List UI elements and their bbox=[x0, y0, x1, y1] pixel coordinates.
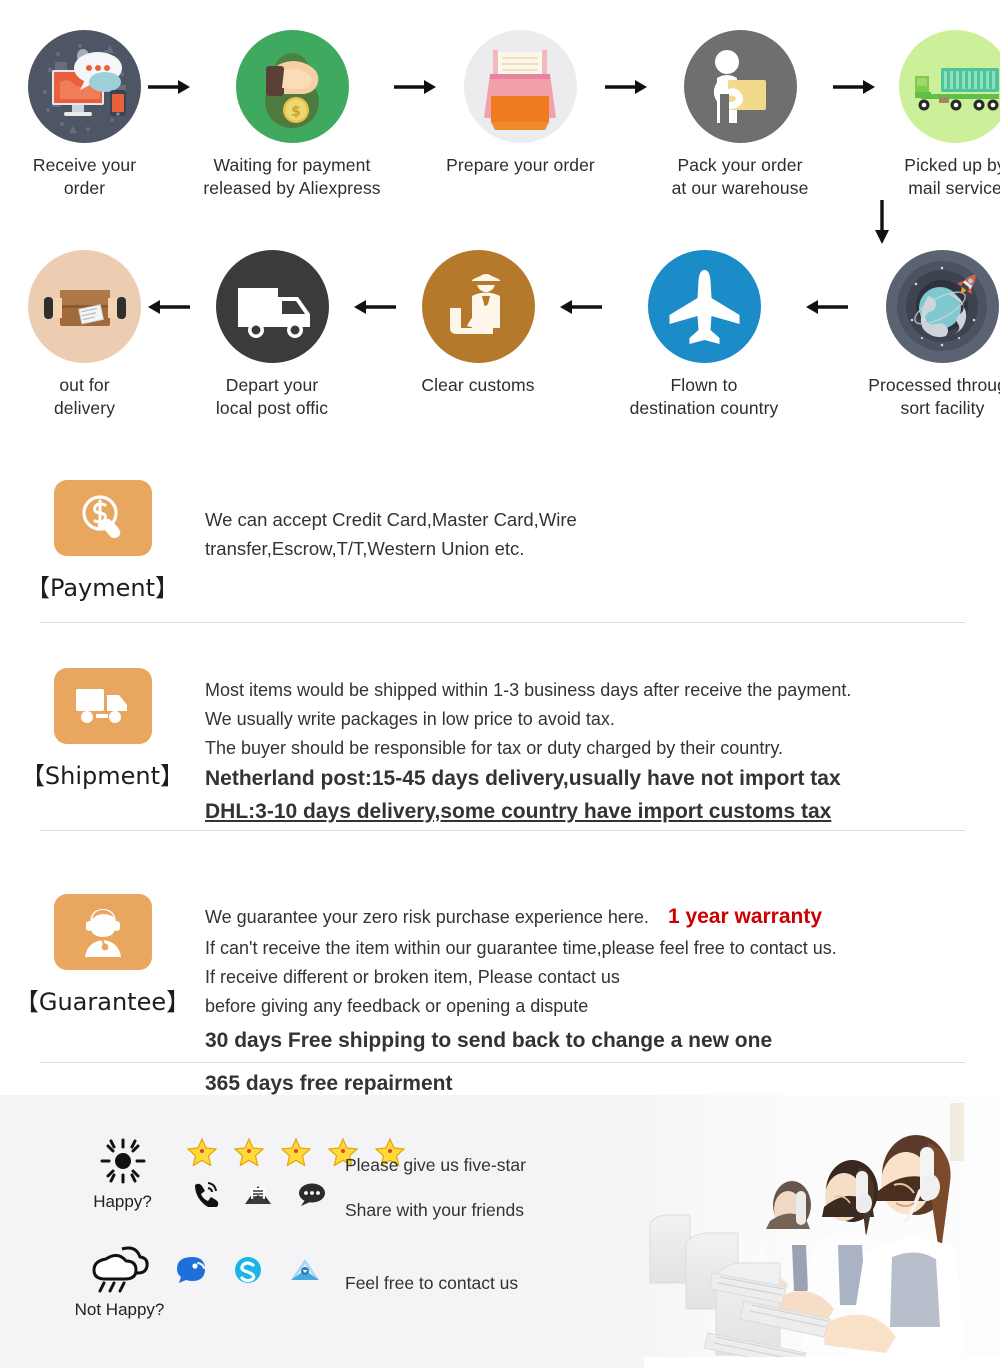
process-step-depart-post-office: Depart your local post offic bbox=[197, 250, 347, 421]
mail-open-icon[interactable] bbox=[289, 1256, 321, 1289]
flow-arrow-right-icon bbox=[387, 30, 443, 143]
not-happy-messages: Feel free to contact us bbox=[345, 1273, 518, 1294]
worker-packing-icon bbox=[683, 30, 797, 143]
guarantee-line: If receive different or broken item, Ple… bbox=[205, 967, 620, 988]
happy-message: Share with your friends bbox=[345, 1200, 524, 1220]
happy-mood: Happy? bbox=[70, 1137, 175, 1212]
process-step-waiting-payment: $ Waiting for payment released by Aliexp… bbox=[197, 30, 387, 201]
customer-service-team-photo bbox=[620, 1095, 1000, 1368]
process-step-label: Waiting for payment released by Aliexpre… bbox=[203, 155, 381, 199]
process-row-2: out for delivery Depart your local post … bbox=[28, 250, 1000, 421]
section-divider bbox=[40, 622, 965, 623]
shipment-line: We usually write packages in low price t… bbox=[205, 709, 615, 730]
promo-page: Receive your order $ Waiting for payment… bbox=[0, 0, 1000, 1368]
process-step-prepare-order: Prepare your order bbox=[443, 30, 598, 177]
star-icon[interactable] bbox=[186, 1137, 218, 1171]
happy-label: Happy? bbox=[93, 1192, 152, 1211]
process-step-sort-facility: Processed through sort facility bbox=[855, 250, 1000, 421]
flow-arrow-left-icon bbox=[799, 250, 855, 363]
warranty-badge: 1 year warranty bbox=[667, 905, 823, 928]
process-step-label: Receive your order bbox=[32, 155, 137, 199]
happy-message: Please give us five-star bbox=[345, 1155, 526, 1175]
section-divider bbox=[40, 1062, 965, 1063]
email-icon[interactable] bbox=[243, 1182, 273, 1211]
shipment-line: Most items would be shipped within 1-3 b… bbox=[205, 680, 852, 700]
payment-title: 【Payment】 bbox=[25, 574, 180, 602]
process-row-1: Receive your order $ Waiting for payment… bbox=[28, 30, 1000, 201]
payment-text: We can accept Credit Card,Master Card,Wi… bbox=[205, 480, 1000, 563]
not-happy-mood: Not Happy? bbox=[62, 1243, 177, 1320]
green-truck-icon bbox=[898, 30, 1000, 143]
payment-section: 【Payment】 We can accept Credit Card,Mast… bbox=[0, 480, 1000, 603]
guarantee-title: 【Guarantee】 bbox=[14, 988, 191, 1016]
payment-line: transfer,Escrow,T/T,Western Union etc. bbox=[205, 538, 525, 560]
shipment-title: 【Shipment】 bbox=[20, 762, 185, 790]
guarantee-section: 【Guarantee】 We guarantee your zero risk … bbox=[0, 894, 1000, 1101]
flow-arrow-left-icon bbox=[553, 250, 609, 363]
guarantee-red-line: 30 days Free shipping to send back to ch… bbox=[205, 1029, 773, 1053]
truck-icon bbox=[53, 668, 152, 744]
footer-contact-section: Happy? Please give us five-star Share wi… bbox=[0, 1095, 1000, 1368]
airplane-icon bbox=[647, 250, 761, 363]
process-step-picked-up: Picked up by mail service bbox=[882, 30, 1000, 201]
payment-hand-money-icon: $ bbox=[235, 30, 349, 143]
order-received-icon bbox=[28, 30, 141, 143]
star-icon[interactable] bbox=[280, 1137, 312, 1171]
shipment-badge: 【Shipment】 bbox=[0, 668, 205, 791]
shipment-highlight-line: DHL:3-10 days delivery,some country have… bbox=[205, 800, 832, 824]
process-step-out-for-delivery: out for delivery bbox=[28, 250, 141, 421]
process-step-label: out for delivery bbox=[53, 375, 116, 419]
money-click-icon bbox=[53, 480, 152, 556]
sun-icon bbox=[97, 1137, 149, 1190]
process-step-receive-order: Receive your order bbox=[28, 30, 141, 201]
support-agent-icon bbox=[53, 894, 152, 970]
guarantee-text: We guarantee your zero risk purchase exp… bbox=[205, 894, 1000, 1101]
flow-arrow-right-icon bbox=[598, 30, 654, 143]
svg-text:$: $ bbox=[291, 104, 301, 120]
customs-officer-icon bbox=[421, 250, 535, 363]
payment-badge: 【Payment】 bbox=[0, 480, 205, 603]
process-step-label: Depart your local post offic bbox=[215, 375, 329, 419]
payment-line: We can accept Credit Card,Master Card,Wi… bbox=[205, 509, 577, 530]
delivery-van-icon bbox=[215, 250, 329, 363]
shipment-line: The buyer should be responsible for tax … bbox=[205, 738, 783, 759]
process-step-clear-customs: Clear customs bbox=[403, 250, 553, 397]
flow-arrow-right-icon bbox=[141, 30, 197, 143]
process-step-label: Prepare your order bbox=[446, 155, 595, 175]
rain-cloud-icon bbox=[90, 1243, 150, 1298]
guarantee-line: If can't receive the item within our gua… bbox=[205, 938, 837, 959]
skype-icon[interactable] bbox=[233, 1255, 263, 1290]
phone-icon[interactable] bbox=[191, 1181, 219, 1212]
process-step-label: Processed through sort facility bbox=[868, 375, 1000, 419]
shipment-highlight-line: Netherland post:15-45 days delivery,usua… bbox=[205, 767, 841, 791]
guarantee-line-with-warranty: We guarantee your zero risk purchase exp… bbox=[205, 900, 1000, 934]
process-step-flown-to-destination: Flown to destination country bbox=[609, 250, 799, 421]
flow-arrow-right-icon bbox=[826, 30, 882, 143]
package-handoff-icon bbox=[28, 250, 141, 363]
flow-arrow-down-icon bbox=[872, 198, 892, 251]
not-happy-message: Feel free to contact us bbox=[345, 1273, 519, 1293]
process-step-label: Pack your order at our warehouse bbox=[671, 155, 809, 199]
process-step-pack-order: Pack your order at our warehouse bbox=[654, 30, 826, 201]
process-step-label: Picked up by mail service bbox=[904, 155, 1000, 199]
globe-rocket-icon bbox=[886, 250, 999, 363]
flow-arrow-left-icon bbox=[347, 250, 403, 363]
not-happy-row: Not Happy? bbox=[62, 1243, 321, 1320]
process-step-label: Clear customs bbox=[421, 375, 535, 395]
shipment-text: Most items would be shipped within 1-3 b… bbox=[205, 668, 1000, 829]
process-step-label: Flown to destination country bbox=[629, 375, 779, 419]
flow-arrow-left-icon bbox=[141, 250, 197, 363]
chat-bubble-icon[interactable] bbox=[297, 1182, 327, 1212]
guarantee-badge: 【Guarantee】 bbox=[0, 894, 205, 1017]
happy-messages: Please give us five-star Share with your… bbox=[345, 1155, 526, 1221]
not-happy-label: Not Happy? bbox=[74, 1300, 165, 1319]
shipment-section: 【Shipment】 Most items would be shipped w… bbox=[0, 668, 1000, 829]
messenger-icon[interactable] bbox=[177, 1255, 207, 1290]
guarantee-line: We guarantee your zero risk purchase exp… bbox=[205, 907, 649, 927]
guarantee-line: before giving any feedback or opening a … bbox=[205, 996, 589, 1017]
star-icon[interactable] bbox=[233, 1137, 265, 1171]
section-divider bbox=[40, 830, 965, 831]
printer-icon bbox=[464, 30, 577, 143]
